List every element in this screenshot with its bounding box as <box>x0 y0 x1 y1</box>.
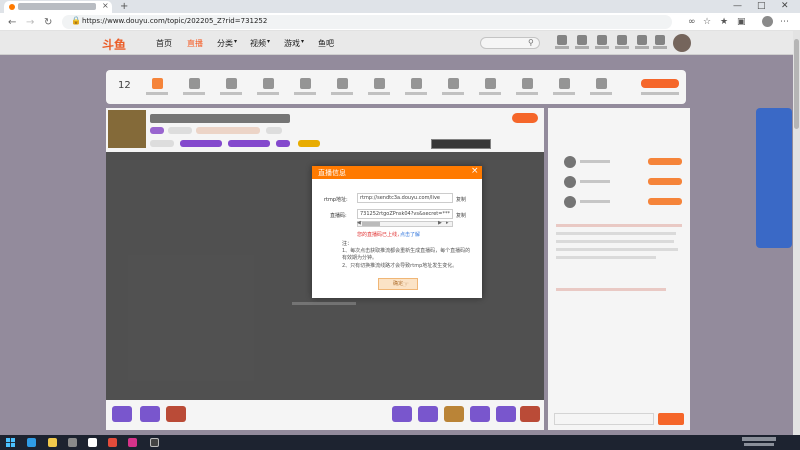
forward-icon[interactable]: → <box>26 17 34 28</box>
tab-close-icon[interactable]: × <box>102 1 109 10</box>
copy-rtmp-button[interactable]: 复制 <box>456 196 466 203</box>
store-icon[interactable] <box>68 438 77 447</box>
system-clock[interactable] <box>742 435 776 446</box>
app-icon-2[interactable] <box>108 438 117 447</box>
live-info-modal: 直播信息 × rtmp地址: 复制 直播码: 复制 ◀ ▶ ▸ 您的直播码已上线… <box>312 166 482 298</box>
rtmp-label: rtmp地址: <box>324 197 348 203</box>
edge-browser-icon[interactable] <box>27 438 36 447</box>
browser-title-bar: × + — □ ✕ <box>0 0 800 13</box>
note-2: 2、只有切换推流线路才会导致rtmp地址发生变化。 <box>342 263 458 269</box>
note-heading: 注： <box>342 241 353 247</box>
maximize-icon[interactable]: □ <box>757 1 766 11</box>
modal-title: 直播信息 <box>318 169 346 177</box>
stream-key-scroll-thumb[interactable] <box>362 222 380 226</box>
stream-key-scrollbar[interactable]: ◀ ▶ ▸ <box>357 220 453 227</box>
refresh-icon[interactable]: ↻ <box>44 17 52 28</box>
scroll-left-icon[interactable]: ◀ <box>357 220 361 226</box>
collections-icon[interactable]: ▣ <box>737 17 746 27</box>
modal-header: 直播信息 × <box>312 166 482 179</box>
tab-title-bar <box>18 3 96 10</box>
browser-menu-icon[interactable]: ⋯ <box>780 17 789 27</box>
address-bar[interactable]: 🔒 https://www.douyu.com/topic/202205_Z?r… <box>62 15 672 29</box>
new-tab-button[interactable]: + <box>120 1 128 12</box>
rtmp-field[interactable] <box>357 193 453 203</box>
close-window-icon[interactable]: ✕ <box>781 1 789 11</box>
confirm-button[interactable]: 确定 <box>378 278 418 290</box>
app-icon-3[interactable] <box>128 438 137 447</box>
app-icon-4[interactable] <box>150 438 159 447</box>
copy-stream-key-button[interactable]: 复制 <box>456 212 466 219</box>
mouse-cursor-icon: ☞ <box>402 280 410 289</box>
favorites-list-icon[interactable]: ★ <box>720 17 728 27</box>
back-icon[interactable]: ← <box>8 17 16 28</box>
lock-icon[interactable]: 🔒 <box>71 16 81 25</box>
douyu-favicon-icon <box>9 4 15 10</box>
favorite-star-icon[interactable]: ☆ <box>703 17 711 27</box>
learn-more-link[interactable]: 点击了解 <box>400 231 420 238</box>
profile-avatar[interactable] <box>762 16 773 27</box>
file-explorer-icon[interactable] <box>48 438 57 447</box>
stream-key-field[interactable] <box>357 209 453 219</box>
stream-key-label: 直播码: <box>330 213 347 219</box>
app-icon-1[interactable] <box>88 438 97 447</box>
browser-tab[interactable]: × <box>4 1 112 13</box>
scroll-end-icon[interactable]: ▸ <box>446 220 449 226</box>
windows-start-icon[interactable] <box>6 438 15 447</box>
minimize-icon[interactable]: — <box>733 1 742 11</box>
modal-close-icon[interactable]: × <box>471 166 479 176</box>
note-1: 1、每次点击获取推流都会重新生成直播码，每个直播码的有效期为分钟。 <box>342 248 471 261</box>
stream-key-warning: 您的直播码已上线， <box>357 232 403 238</box>
read-aloud-icon[interactable]: ∞ <box>688 17 696 27</box>
scroll-right-icon[interactable]: ▶ <box>438 220 442 226</box>
address-row: ← → ↻ 🔒 https://www.douyu.com/topic/2022… <box>0 13 800 31</box>
windows-taskbar <box>0 435 800 450</box>
url-text[interactable]: https://www.douyu.com/topic/202205_Z?rid… <box>82 17 267 25</box>
